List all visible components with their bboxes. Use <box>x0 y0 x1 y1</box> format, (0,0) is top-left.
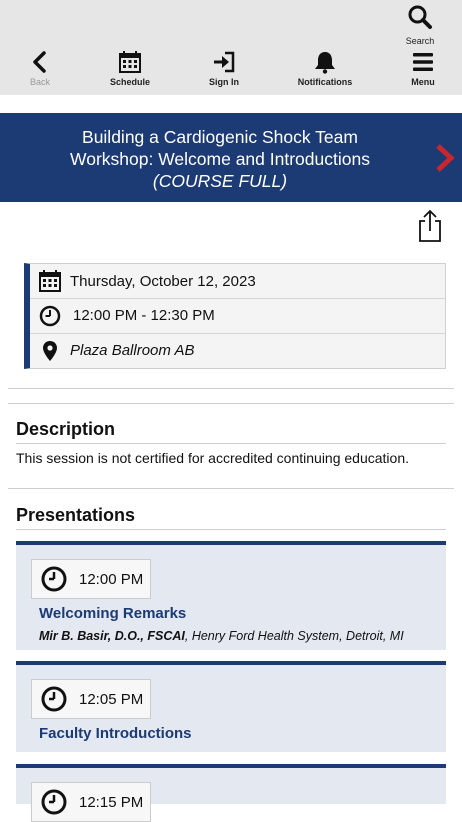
divider <box>8 388 454 389</box>
top-toolbar: Search Back Schedule Sign In Notificatio… <box>0 0 462 95</box>
search-icon <box>408 5 432 29</box>
session-banner: Building a Cardiogenic Shock Team Worksh… <box>0 113 462 202</box>
back-button[interactable]: Back <box>0 50 80 87</box>
description-text: This session is not certified for accred… <box>16 450 409 466</box>
speaker-affiliation: , Henry Ford Health System, Detroit, MI <box>184 629 404 643</box>
session-title-line2: Workshop: Welcome and Introductions <box>70 149 370 169</box>
hamburger-menu-icon <box>413 53 433 71</box>
presentation-time: 12:05 PM <box>79 690 144 708</box>
divider <box>16 443 446 444</box>
back-label: Back <box>29 77 50 87</box>
presentation-speaker: Mir B. Basir, D.O., FSCAI, Henry Ford He… <box>39 629 404 643</box>
session-date-row: Thursday, October 12, 2023 <box>30 264 446 298</box>
presentation-title[interactable]: Welcoming Remarks <box>39 605 186 622</box>
sign-in-button[interactable]: Sign In <box>184 50 264 87</box>
clock-icon <box>41 686 67 712</box>
calendar-icon <box>39 270 61 292</box>
sign-in-icon <box>214 51 235 73</box>
description-heading: Description <box>16 419 116 439</box>
session-info-box: Thursday, October 12, 2023 12:00 PM - 12… <box>24 263 446 369</box>
divider <box>8 403 454 404</box>
chevron-left-icon <box>33 51 46 73</box>
presentations-heading: Presentations <box>16 505 136 525</box>
menu-button[interactable]: Menu <box>383 50 462 87</box>
presentation-title[interactable]: Faculty Introductions <box>39 725 192 742</box>
session-location: Plaza Ballroom AB <box>70 342 195 359</box>
session-title-line1: Building a Cardiogenic Shock Team <box>82 127 358 147</box>
map-pin-icon <box>43 340 57 361</box>
session-time: 12:00 PM - 12:30 PM <box>73 307 215 324</box>
speaker-name: Mir B. Basir, D.O., FSCAI <box>39 629 185 643</box>
clock-icon <box>39 305 61 326</box>
presentation-time-box: 12:00 PM <box>31 559 151 599</box>
search-label: Search <box>405 36 435 46</box>
menu-label: Menu <box>411 77 435 87</box>
session-status: (COURSE FULL) <box>152 171 288 191</box>
search-button[interactable]: Search <box>400 4 440 46</box>
sign-in-label: Sign In <box>209 77 239 87</box>
next-session-chevron-icon[interactable] <box>434 143 456 173</box>
notifications-label: Notifications <box>297 77 353 87</box>
session-date: Thursday, October 12, 2023 <box>70 272 256 290</box>
divider <box>16 529 446 530</box>
presentation-time-box: 12:15 PM <box>31 782 151 822</box>
presentation-time: 12:15 PM <box>79 793 144 811</box>
calendar-icon <box>119 51 141 73</box>
share-icon[interactable] <box>418 209 442 243</box>
presentation-card[interactable]: 12:05 PM Faculty Introductions <box>16 661 446 752</box>
presentation-card[interactable]: 12:15 PM <box>16 764 446 822</box>
presentation-card[interactable]: 12:00 PM Welcoming Remarks Mir B. Basir,… <box>16 541 446 650</box>
schedule-button[interactable]: Schedule <box>90 50 170 87</box>
clock-icon <box>41 789 67 815</box>
bell-icon <box>315 52 335 74</box>
schedule-label: Schedule <box>109 77 150 87</box>
clock-icon <box>41 566 67 592</box>
session-location-row[interactable]: Plaza Ballroom AB <box>30 333 446 367</box>
presentation-time: 12:00 PM <box>79 570 144 588</box>
nav-bar: Back Schedule Sign In Notifications Menu <box>0 50 462 92</box>
notifications-button[interactable]: Notifications <box>285 50 365 87</box>
session-title: Building a Cardiogenic Shock Team Worksh… <box>20 126 420 170</box>
presentation-time-box: 12:05 PM <box>31 679 151 719</box>
session-time-row: 12:00 PM - 12:30 PM <box>30 298 446 332</box>
divider <box>8 488 454 489</box>
